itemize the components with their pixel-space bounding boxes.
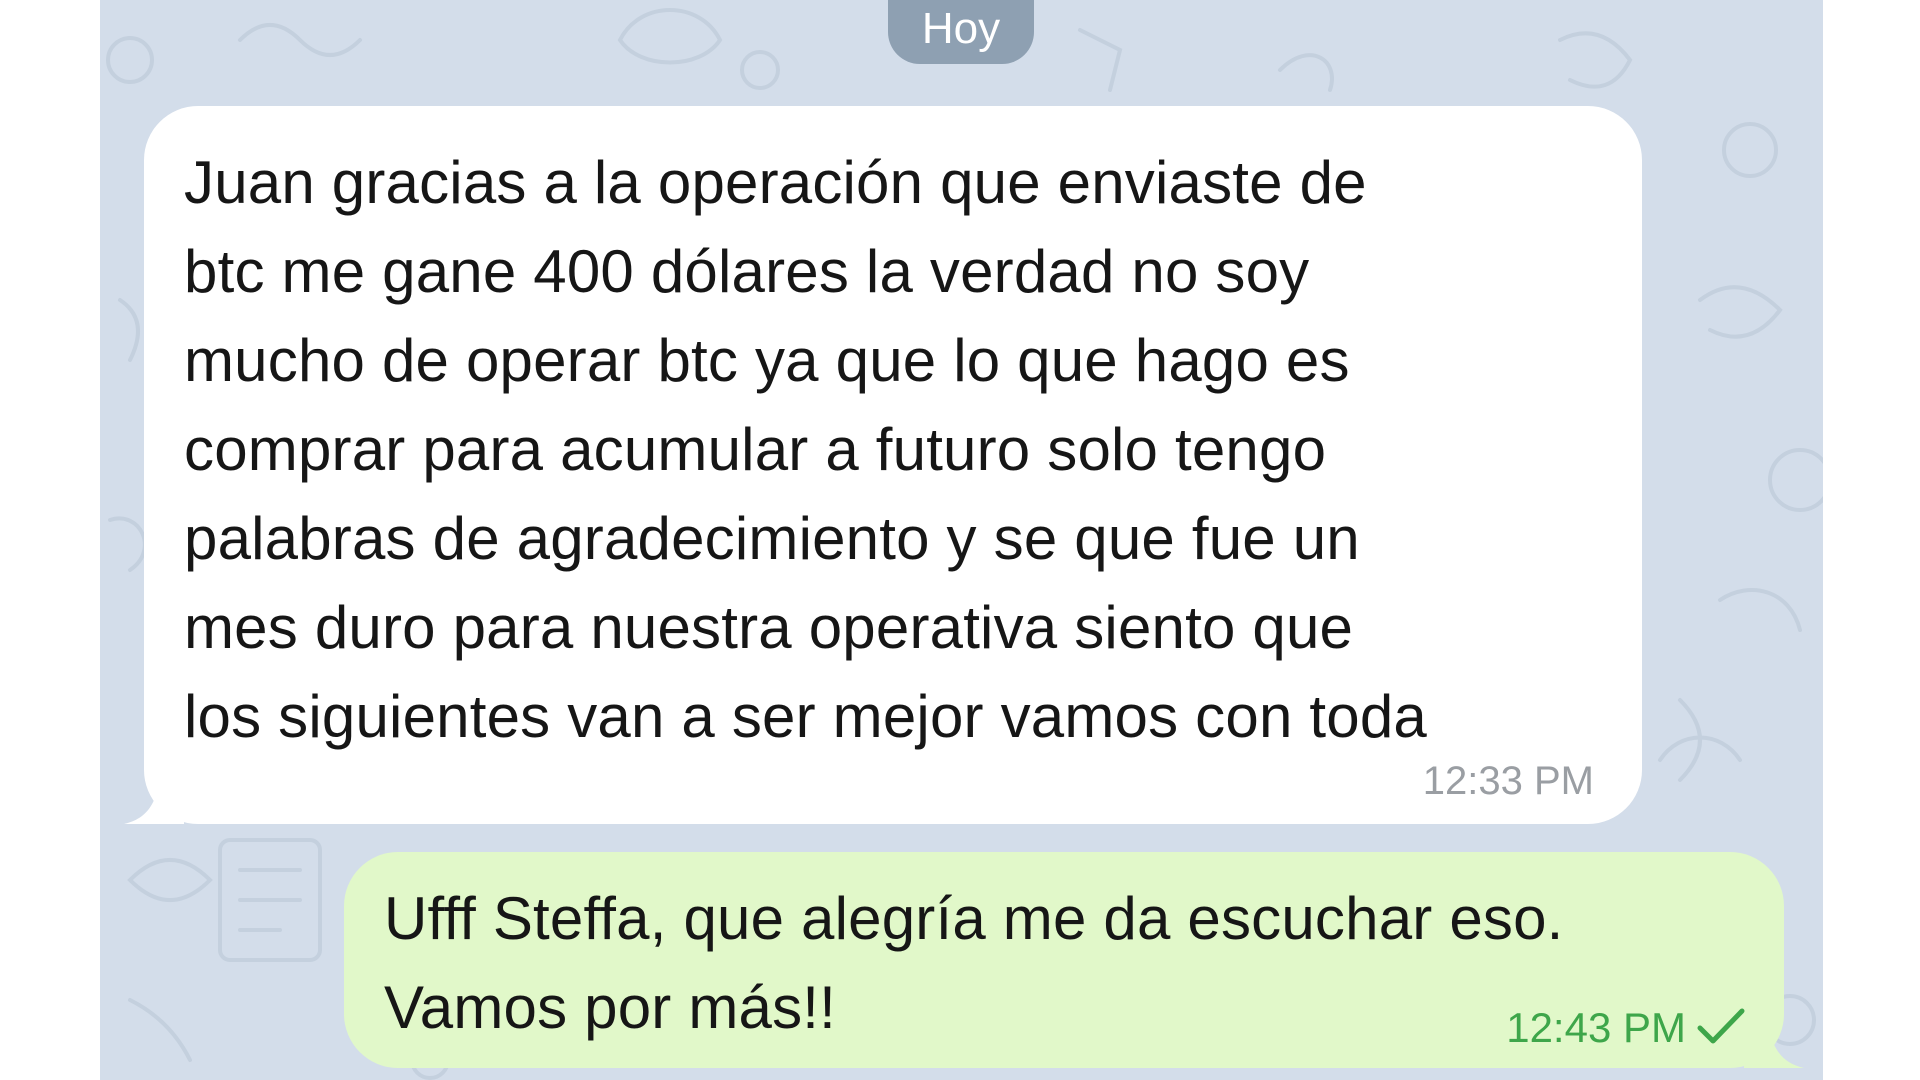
- outgoing-message-time: 12:43 PM: [1506, 1004, 1686, 1051]
- incoming-message-time: 12:33 PM: [1422, 759, 1594, 803]
- message-line: Juan gracias a la operación que enviaste…: [184, 149, 1367, 216]
- message-line: mucho de operar btc ya que lo que hago e…: [184, 327, 1350, 394]
- message-line: btc me gane 400 dólares la verdad no soy: [184, 238, 1310, 305]
- message-line: Ufff Steffa, que alegría me da escuchar …: [384, 885, 1564, 952]
- single-check-icon: [1697, 1008, 1745, 1044]
- message-line: palabras de agradecimiento y se que fue …: [184, 505, 1360, 572]
- incoming-message-text: Juan gracias a la operación que enviaste…: [184, 138, 1602, 761]
- chat-area[interactable]: Hoy Juan gracias a la operación que envi…: [100, 0, 1823, 1080]
- bubble-tail-right: [1744, 1008, 1804, 1068]
- message-line: mes duro para nuestra operativa siento q…: [184, 594, 1354, 661]
- message-line: comprar para acumular a futuro solo teng…: [184, 416, 1327, 483]
- message-line: los siguientes van a ser mejor vamos con…: [184, 683, 1427, 750]
- screenshot-frame: Hoy Juan gracias a la operación que envi…: [0, 0, 1920, 1080]
- outgoing-message-bubble[interactable]: Ufff Steffa, que alegría me da escuchar …: [344, 852, 1804, 1068]
- incoming-message-bubble[interactable]: Juan gracias a la operación que enviaste…: [124, 106, 1642, 824]
- date-separator-pill: Hoy: [888, 0, 1034, 64]
- bubble-tail-left: [124, 764, 184, 824]
